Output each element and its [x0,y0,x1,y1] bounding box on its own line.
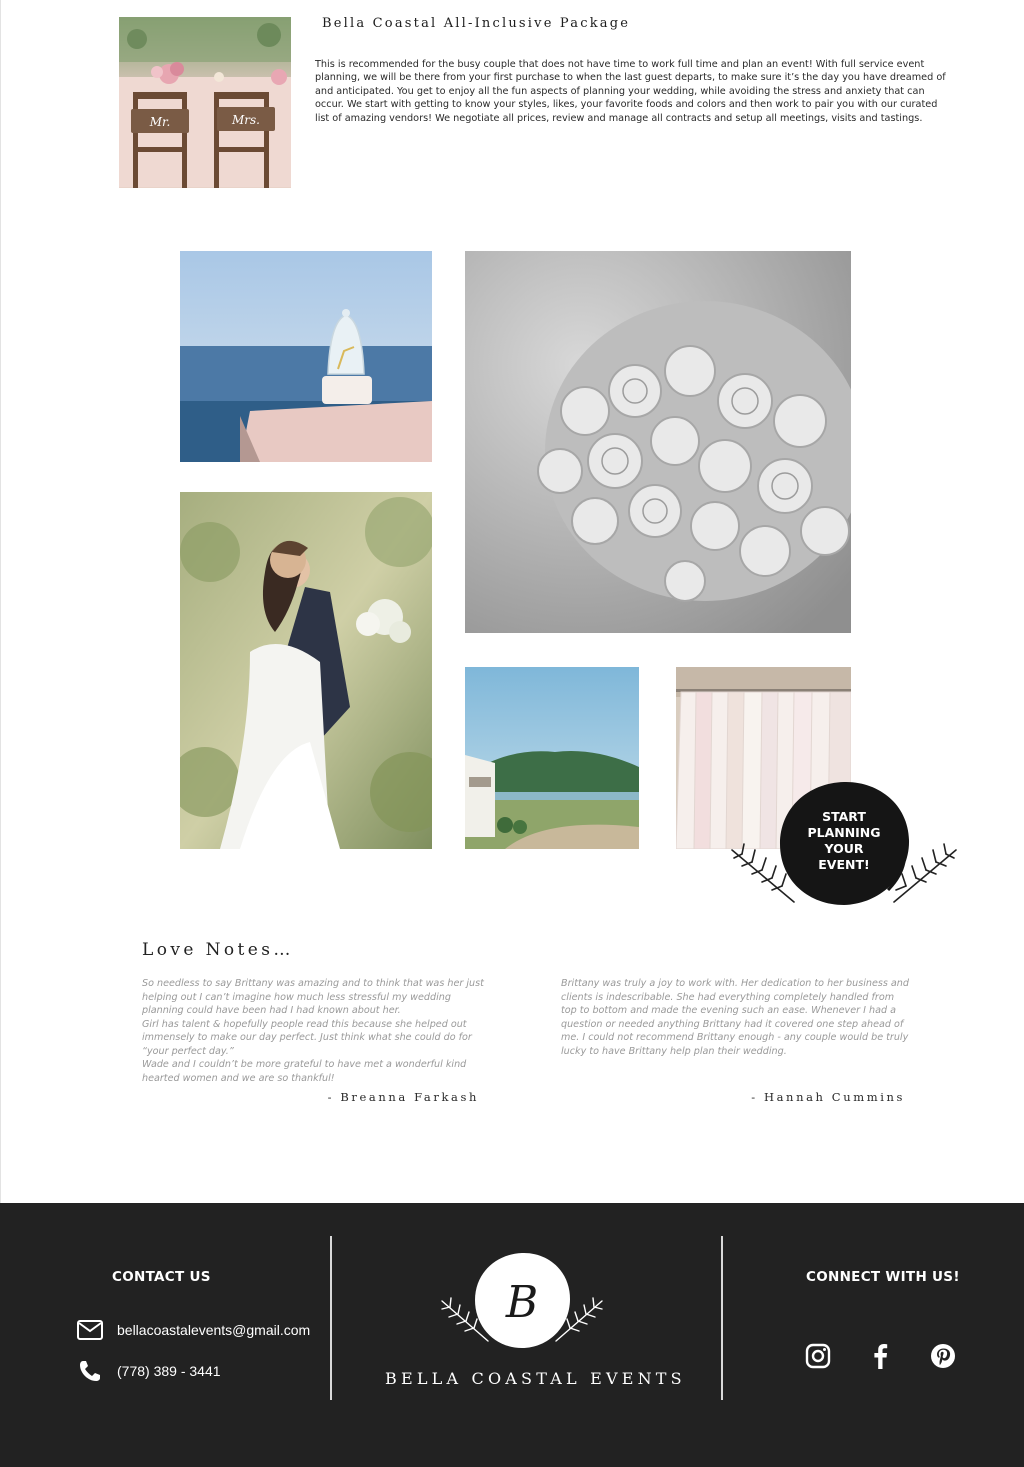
contact-phone-row: (778) 389 - 3441 [76,1360,221,1382]
package-description: This is recommended for the busy couple … [315,59,946,124]
phone-icon [76,1360,104,1382]
contact-phone-link[interactable]: (778) 389 - 3441 [117,1363,221,1379]
logo-letter: B [505,1277,538,1328]
love-notes-title: Love Notes… [142,940,294,960]
page-left-border [0,0,1,1203]
cta-line-3: YOUR [824,841,864,856]
testimonial-author: - Hannah Cummins [751,1090,905,1104]
gallery-photo-venue-lake [465,667,639,849]
testimonial-text: So needless to say Brittany was amazing … [142,978,484,1084]
cta-line-2: PLANNING [807,825,881,840]
package-photo-chairs: Mr. Mrs. [119,17,291,188]
cta-label: START PLANNING YOUR EVENT! [790,809,898,873]
instagram-icon[interactable] [805,1343,831,1369]
contact-email-link[interactable]: bellacoastalevents@gmail.com [117,1322,310,1338]
contact-email-row: bellacoastalevents@gmail.com [76,1319,310,1341]
gallery-photo-bouquet [465,251,851,633]
brand-name: BELLA COASTAL EVENTS [385,1369,686,1388]
connect-heading: CONNECT WITH US! [806,1269,960,1285]
contact-heading: CONTACT US [112,1269,211,1285]
gallery-photo-couple-kiss [180,492,432,849]
footer-divider-left [330,1236,332,1400]
cta-line-4: EVENT! [818,857,870,872]
cta-line-1: START [822,809,866,824]
brand-logo: B [436,1249,608,1353]
gallery-photo-cake-dome [180,251,432,462]
pinterest-icon[interactable] [930,1343,956,1369]
footer: CONTACT US bellacoastalevents@gmail.com … [0,1203,1024,1467]
footer-divider-right [721,1236,723,1400]
testimonial-author: - Breanna Farkash [327,1090,479,1104]
testimonial-text: Brittany was truly a joy to work with. H… [561,978,909,1057]
sign-mr: Mr. [149,115,171,129]
facebook-icon[interactable] [868,1343,894,1369]
sign-mrs: Mrs. [231,113,260,127]
start-planning-button[interactable]: START PLANNING YOUR EVENT! [728,778,960,910]
mail-icon [76,1319,104,1341]
package-title: Bella Coastal All-Inclusive Package [322,16,631,31]
